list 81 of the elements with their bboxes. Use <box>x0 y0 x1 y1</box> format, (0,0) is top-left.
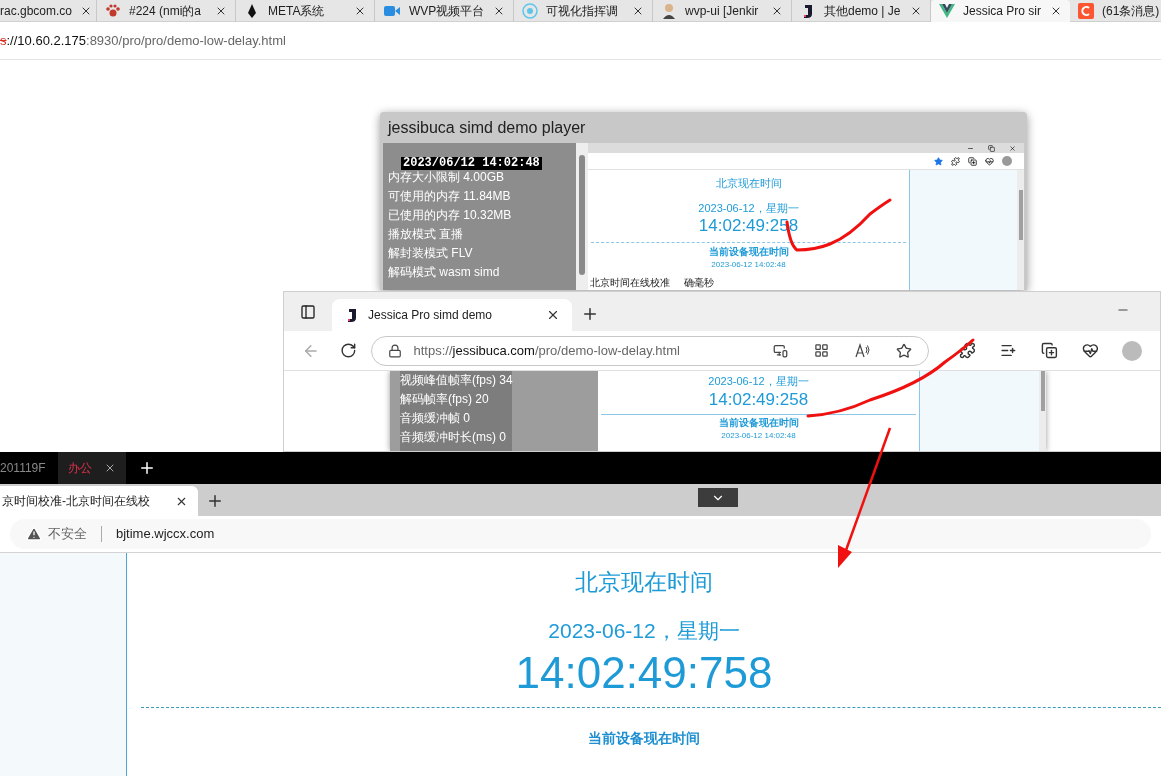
device-time-label: 当前设备现在时间 <box>588 729 700 748</box>
tab-title: 京时间校准-北京时间在线校 <box>2 493 151 510</box>
tab-title: WVP视频平台 <box>409 3 485 20</box>
read-aloud-icon[interactable] <box>855 343 871 358</box>
tab-title: Jessica Pro simd demo <box>368 307 494 324</box>
star-icon[interactable] <box>896 342 913 359</box>
time-text: 14:02:49:758 <box>515 647 773 699</box>
tab-title: 其他demo | Je <box>824 3 902 20</box>
v-logo-icon <box>939 4 955 18</box>
favorites-icon[interactable] <box>999 342 1017 359</box>
radar-icon <box>522 3 538 19</box>
timestamp-overlay: 2023/06/12 14:02:48 <box>401 157 542 170</box>
close-icon[interactable] <box>215 5 227 17</box>
browser-tab[interactable]: Jessica Pro sir <box>931 0 1070 22</box>
heart-pulse-icon[interactable] <box>985 156 994 166</box>
url-text: bjtime.wjccx.com <box>116 525 215 544</box>
stat-line: 视频峰值帧率(fps) 34 <box>400 372 512 389</box>
footer-text: 北京时间在线校准 <box>590 277 670 289</box>
stat-line: 解封装模式 FLV <box>388 245 474 262</box>
close-icon[interactable] <box>632 5 644 17</box>
stat-line: 解码模式 wasm simd <box>388 264 501 281</box>
collections-icon[interactable] <box>1040 342 1058 359</box>
close-icon[interactable] <box>493 5 505 17</box>
footer-text: 确毫秒 <box>684 277 714 289</box>
tab-title: wvp-ui [Jenkir <box>685 3 760 20</box>
tab-title: Jessica Pro sir <box>963 3 1042 20</box>
heart-pulse-icon[interactable] <box>1081 342 1099 359</box>
group-tab-label: 办公 <box>67 460 92 477</box>
paw-icon <box>105 3 121 19</box>
address-field[interactable]: 不安全 bjtime.wjccx.com <box>10 519 1151 549</box>
browser-tab[interactable]: 京时间校准-北京时间在线校 <box>0 486 198 516</box>
url-text[interactable]: s://10.60.2.175:8930/pro/pro/demo-low-delay.html <box>0 30 286 51</box>
close-icon[interactable] <box>546 308 560 322</box>
star-icon[interactable] <box>934 156 943 166</box>
puzzle-icon[interactable] <box>951 156 960 166</box>
stat-line: 内存大小限制 4.00GB <box>388 169 506 186</box>
device-time-label: 当前设备现在时间 <box>718 416 799 429</box>
device-time-label: 当前设备现在时间 <box>708 246 789 258</box>
date-text: 2023-06-12，星期一 <box>698 200 799 216</box>
stat-line: 音频缓冲时长(ms) 0 <box>400 429 507 446</box>
puzzle-icon[interactable] <box>959 342 976 359</box>
stat-line: 已使用的内存 10.32MB <box>388 207 513 224</box>
tab-title: #224 (nmi的a <box>129 3 203 20</box>
device-icon[interactable] <box>773 343 789 358</box>
c-logo-icon <box>1078 3 1094 19</box>
stat-line: 解码帧率(fps) 20 <box>400 391 490 408</box>
close-icon[interactable] <box>910 5 922 17</box>
device-time: 2023-06-12 14:02:48 <box>711 260 786 270</box>
camera-icon <box>383 4 401 18</box>
date-text: 2023-06-12，星期一 <box>548 618 740 644</box>
collections-icon[interactable] <box>968 156 977 166</box>
person-icon <box>661 3 677 19</box>
restore-icon[interactable] <box>988 144 995 152</box>
window-title: jessibuca simd demo player <box>388 117 586 138</box>
lock-icon <box>387 343 402 358</box>
refresh-icon[interactable] <box>339 342 357 359</box>
sidebar-icon[interactable] <box>300 304 316 320</box>
stat-line: 音频缓冲帧 0 <box>400 410 471 427</box>
tab-title: META系统 <box>268 3 326 20</box>
date-text: 2023-06-12，星期一 <box>708 374 809 389</box>
tab-title: 可视化指挥调 <box>546 3 619 20</box>
group-tab[interactable]: 办公 <box>57 452 126 484</box>
security-label: 不安全 <box>48 525 87 544</box>
stat-line: 可使用的内存 11.84MB <box>388 188 512 205</box>
browser-tab[interactable]: Jessica Pro simd demo <box>332 299 572 331</box>
warning-icon <box>26 526 42 542</box>
avatar[interactable] <box>1002 156 1012 166</box>
close-icon[interactable] <box>1050 5 1062 17</box>
device-time: 2023-06-12 14:02:48 <box>721 430 796 441</box>
tab-title: rac.gbcom.co <box>0 3 73 20</box>
close-icon[interactable] <box>771 5 783 17</box>
stat-line: 播放模式 直播 <box>388 226 465 243</box>
close-icon[interactable] <box>354 5 366 17</box>
page-heading: 北京现在时间 <box>575 568 713 597</box>
new-tab-icon[interactable] <box>581 305 599 323</box>
time-text: 14:02:49:258 <box>708 389 809 410</box>
apps-icon[interactable] <box>814 343 830 358</box>
tab-title: (61条消息) <box>1102 3 1161 20</box>
url-text: https://jessibuca.com/pro/demo-low-delay.html <box>413 341 681 360</box>
page-heading: 北京现在时间 <box>715 176 782 191</box>
group-tab-label: 201119F <box>0 460 46 477</box>
